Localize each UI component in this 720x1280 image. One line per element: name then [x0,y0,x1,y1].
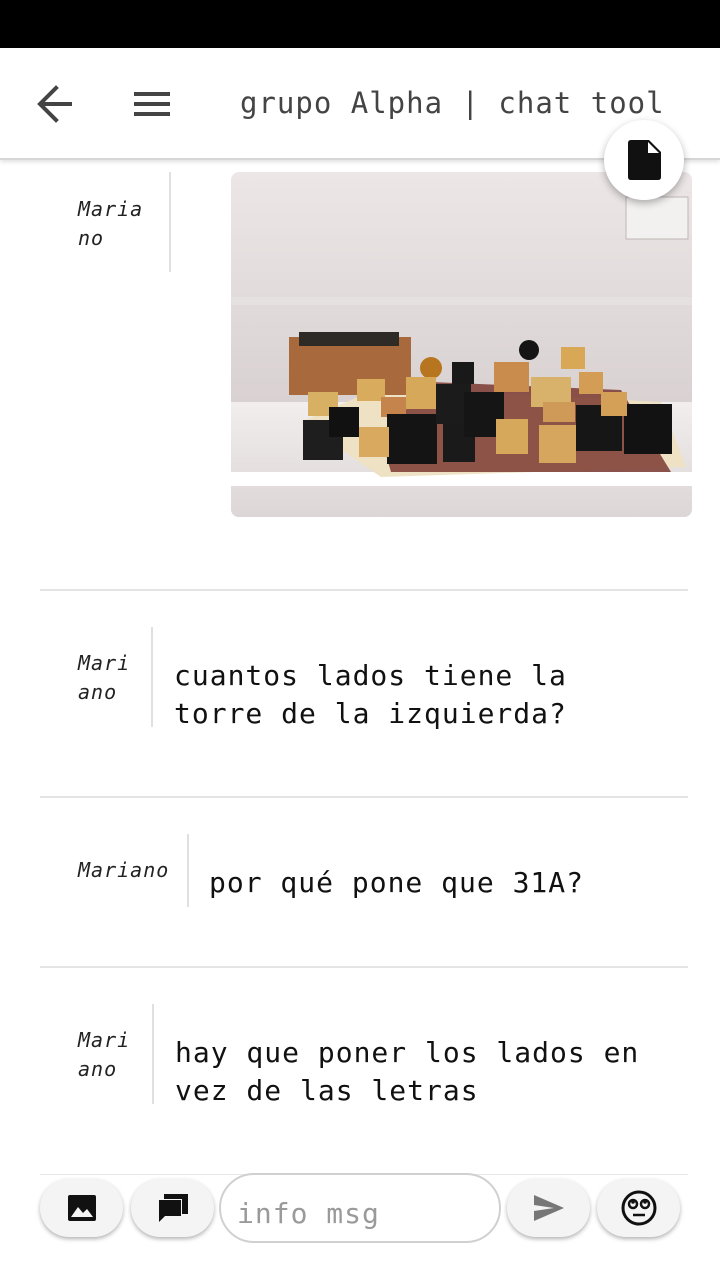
message-separator [169,172,171,272]
document-icon [628,140,661,180]
send-icon [533,1195,564,1221]
attach-image-button[interactable] [40,1179,123,1237]
chat-icon [157,1194,188,1222]
message-author: Mari ano [78,1028,131,1081]
message-author: Mari ano [78,651,131,704]
composer-bar [0,1173,720,1280]
arrow-back-icon [37,85,72,123]
chat-button[interactable] [131,1179,214,1237]
message-photo[interactable] [231,172,692,517]
emoji-button[interactable] [597,1179,680,1237]
message-item: Maria no [40,162,692,590]
message-text: por qué pone que 31A? [209,866,585,899]
menu-icon [134,92,170,116]
message-text: cuantos lados tiene la torre de la izqui… [174,659,567,730]
emoji-icon [621,1190,656,1226]
message-author: Maria no [78,197,144,250]
message-item: Mari ano cuantos lados tiene la torre de… [40,590,688,797]
message-text: hay que poner los lados en vez de las le… [175,1036,640,1107]
message-separator [151,627,153,727]
chess-set-photo [231,172,692,517]
message-item: Mari ano hay que poner los lados en vez … [40,967,688,1174]
message-list: Maria no Mari ano cuantos lados tiene la… [0,162,720,1174]
image-icon [67,1195,96,1221]
message-separator [152,1004,154,1104]
message-input[interactable] [219,1173,501,1243]
menu-button[interactable] [130,84,174,124]
message-item: Mariano por qué pone que 31A? [40,797,688,967]
status-bar [0,0,720,48]
page-title: grupo Alpha | chat tool [240,86,665,120]
send-button[interactable] [507,1179,590,1237]
back-button[interactable] [34,84,78,124]
document-button[interactable] [604,120,684,200]
message-separator [187,834,189,907]
